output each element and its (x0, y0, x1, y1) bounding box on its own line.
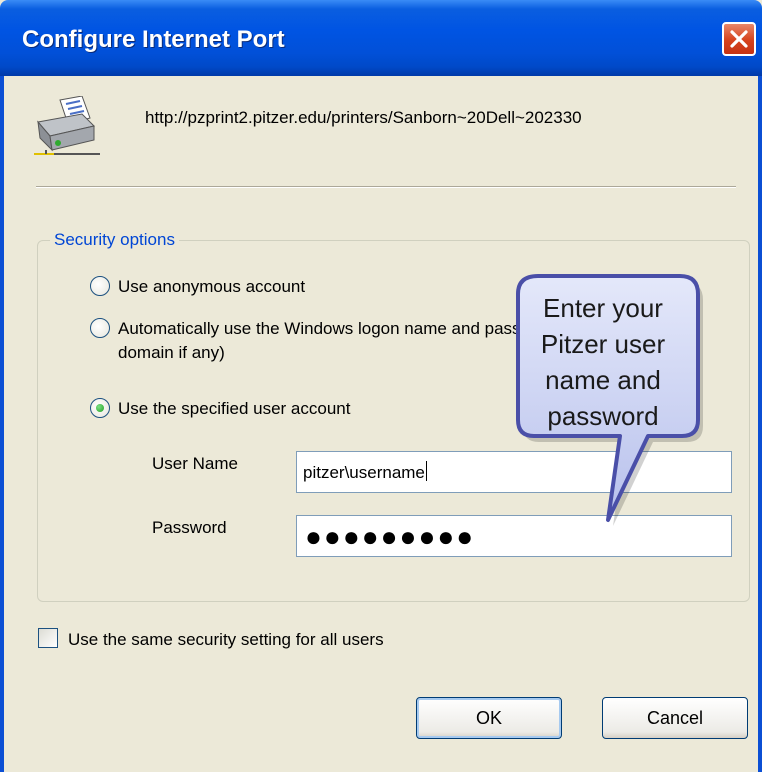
radio-specified-user-account[interactable] (90, 398, 110, 418)
callout-line: Pitzer user (540, 329, 666, 359)
radio-anonymous-label: Use anonymous account (118, 277, 306, 296)
window-title: Configure Internet Port (22, 26, 285, 53)
password-input[interactable]: ●●●●●●●●● (296, 515, 732, 557)
callout-line: password (547, 401, 659, 431)
user-name-label: User Name (152, 454, 238, 473)
same-security-checkbox[interactable] (38, 628, 58, 648)
user-name-value: pitzer\username (303, 461, 427, 482)
printer-url: http://pzprint2.pitzer.edu/printers/Sanb… (145, 108, 582, 127)
radio-windows-logon[interactable] (90, 318, 110, 338)
callout-line: Enter your (543, 293, 663, 323)
radio-windows-logon-label-line2: domain if any) (118, 343, 225, 362)
user-name-input[interactable]: pitzer\username (296, 451, 732, 493)
security-options-label: Security options (50, 230, 179, 250)
printer-icon (34, 96, 100, 155)
text-caret (425, 461, 427, 481)
radio-specified-user-label: Use the specified user account (118, 399, 351, 418)
window-frame-right (758, 76, 762, 772)
ok-button[interactable]: OK (416, 697, 562, 739)
window-frame-left (0, 76, 4, 772)
callout-line: name and (545, 365, 661, 395)
password-label: Password (152, 518, 227, 537)
close-icon (730, 30, 748, 48)
callout-text: Enter your Pitzer user name and password (513, 290, 693, 434)
separator (36, 186, 736, 188)
title-bar[interactable]: Configure Internet Port (0, 0, 762, 76)
cancel-button[interactable]: Cancel (602, 697, 748, 739)
same-security-label: Use the same security setting for all us… (68, 630, 384, 649)
radio-anonymous-account[interactable] (90, 276, 110, 296)
password-value: ●●●●●●●●● (305, 521, 476, 552)
close-button[interactable] (722, 22, 756, 56)
